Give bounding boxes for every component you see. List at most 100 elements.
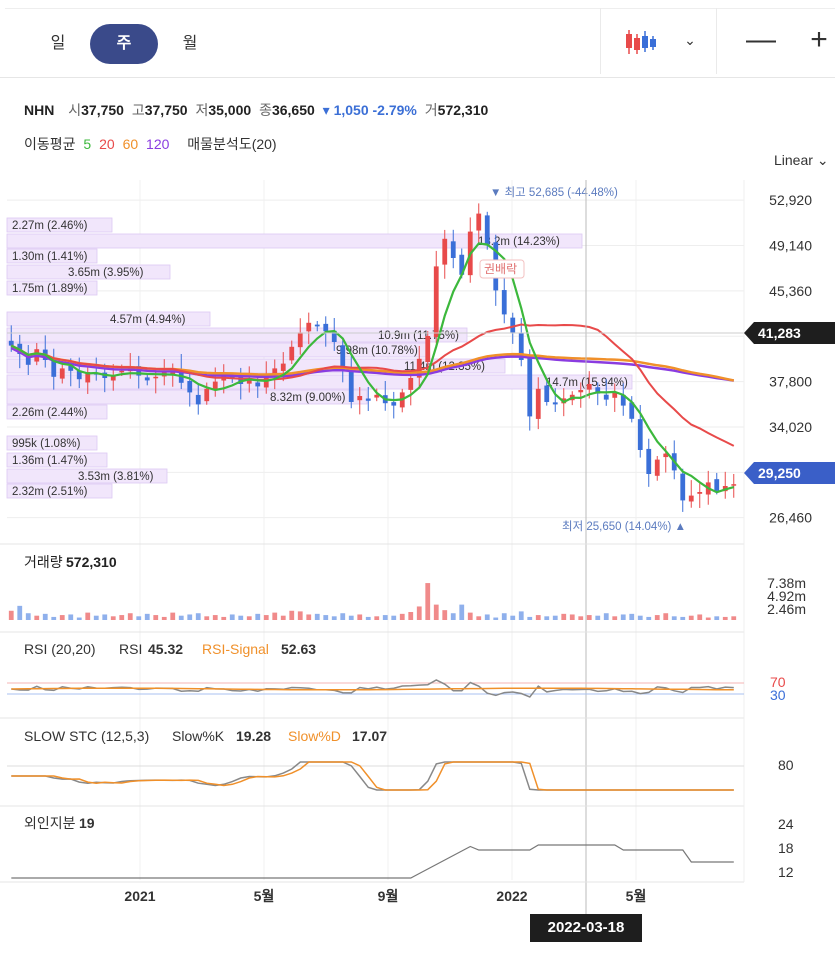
volume-axis-label: 2.46m: [767, 601, 806, 617]
volume-bar: [425, 583, 431, 620]
volume-profile-label: 3.65m (3.95%): [68, 267, 144, 279]
volume-profile-label: 1.30m (1.41%): [12, 251, 88, 263]
volume-bar: [204, 616, 210, 620]
price-axis-label: 34,020: [769, 419, 812, 435]
volume-bar: [399, 613, 405, 620]
candle-body: [306, 322, 312, 332]
candle-body: [187, 381, 193, 393]
volume-bar: [238, 615, 244, 620]
volume-bar: [382, 615, 388, 620]
time-axis-label: 5월: [254, 888, 275, 904]
volume-bar: [195, 613, 201, 620]
volume-bar: [76, 617, 82, 620]
volume-bar: [374, 616, 380, 620]
candle-body: [501, 290, 507, 315]
candle-body: [586, 384, 592, 390]
volume-bar: [144, 613, 150, 620]
rsi-label: RSI: [119, 641, 142, 657]
time-axis-label: 2022: [496, 888, 527, 904]
time-axis-label: 2021: [124, 888, 155, 904]
volume-bar: [510, 615, 516, 620]
candle-body: [484, 215, 490, 245]
volume-bar: [110, 616, 116, 620]
volume-bar: [357, 614, 363, 620]
volume-bar: [93, 615, 99, 620]
foreign-panel-value: 19: [79, 815, 95, 831]
volume-bar: [603, 613, 609, 620]
volume-bar: [654, 615, 660, 620]
volume-bar: [671, 616, 677, 620]
volume-bar: [391, 615, 397, 620]
volume-profile-label: 995k (1.08%): [12, 438, 81, 450]
volume-bar: [34, 615, 40, 620]
volume-bar: [501, 613, 507, 620]
slow-d-label: Slow%D: [288, 728, 341, 744]
volume-bar: [289, 610, 295, 620]
foreign-axis-label: 12: [778, 864, 794, 880]
volume-bar: [42, 613, 48, 620]
candle-body: [442, 238, 448, 265]
candle-body: [153, 376, 159, 379]
candle-body: [425, 336, 431, 363]
candle-body: [476, 213, 482, 231]
volume-bar: [552, 615, 558, 620]
time-axis-label: 5월: [626, 888, 647, 904]
volume-bar: [663, 613, 669, 620]
volume-profile-label: 8.32m (9.00%): [270, 392, 346, 404]
volume-bar: [620, 614, 626, 620]
rsi-axis-label: 30: [770, 687, 786, 703]
candle-body: [637, 419, 643, 450]
candle-body: [408, 378, 414, 390]
volume-bar: [212, 615, 218, 620]
price-axis-label: 52,920: [769, 192, 812, 208]
candle-body: [552, 402, 558, 405]
candle-body: [297, 332, 303, 348]
volume-bar: [697, 614, 703, 620]
stochastic-panel-title: SLOW STC (12,5,3): [24, 728, 149, 744]
volume-bar: [629, 613, 635, 620]
volume-bar: [297, 611, 303, 620]
crosshair-date-badge: 2022-03-18: [530, 914, 642, 942]
volume-bar: [127, 613, 133, 620]
candle-body: [323, 323, 329, 332]
candle-body: [212, 381, 218, 390]
volume-bar: [102, 614, 108, 620]
price-axis-label: 37,800: [769, 374, 812, 390]
candle-body: [289, 346, 295, 361]
price-axis-label: 49,140: [769, 238, 812, 254]
volume-bar: [578, 616, 584, 620]
candle-body: [8, 340, 14, 346]
volume-bar: [68, 614, 74, 620]
candle-body: [450, 241, 456, 258]
volume-bar: [586, 615, 592, 620]
volume-bar: [280, 615, 286, 620]
volume-bar: [153, 615, 159, 620]
stock-chart[interactable]: 52,92049,14045,36037,80034,02030,24026,4…: [0, 0, 835, 978]
volume-bar: [51, 616, 57, 620]
volume-bar: [527, 616, 533, 620]
volume-bar: [705, 617, 711, 620]
volume-bar: [314, 613, 320, 620]
candle-body: [731, 484, 737, 486]
volume-profile-label: 2.27m (2.46%): [12, 220, 88, 232]
volume-bar: [340, 613, 346, 620]
candle-body: [391, 402, 397, 406]
volume-bar: [229, 614, 235, 620]
volume-bar: [416, 606, 422, 620]
volume-bar: [85, 612, 91, 620]
foreign-ownership-line: [11, 844, 734, 879]
low-price-marker: 최저 25,650 (14.04%) ▲: [562, 520, 686, 533]
slow-k-value: 19.28: [236, 728, 271, 744]
candle-body: [348, 371, 354, 402]
volume-panel-title: 거래량: [24, 554, 63, 570]
volume-profile-label: 2.32m (2.51%): [12, 486, 88, 498]
rsi-signal-value: 52.63: [281, 641, 316, 657]
candle-body: [646, 448, 652, 474]
volume-profile-label: 1.75m (1.89%): [12, 283, 88, 295]
volume-bar: [493, 617, 499, 620]
volume-bar: [442, 610, 448, 620]
candle-body: [510, 317, 516, 333]
volume-bar: [331, 616, 337, 620]
volume-bar: [170, 612, 176, 620]
candle-body: [195, 394, 201, 405]
